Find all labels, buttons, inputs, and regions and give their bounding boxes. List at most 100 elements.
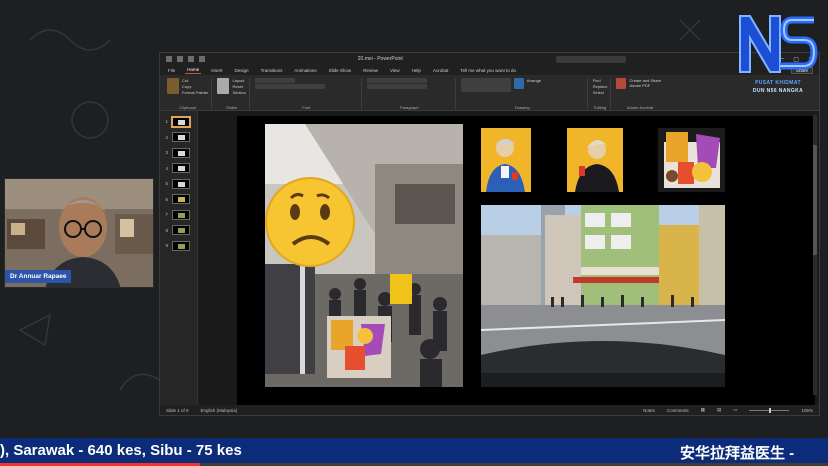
slide-number: 6 (165, 196, 168, 202)
reset-button[interactable]: Reset (232, 84, 245, 89)
slide-preview-content (178, 150, 185, 156)
slide-thumbnails-pane: 1 2 3 4 5 6 7 8 9 (160, 111, 198, 405)
ribbon-group-drawing: Arrange Drawing (458, 78, 588, 110)
ribbon-group-slides: Layout Reset Section Slides (214, 78, 250, 110)
language-indicator[interactable]: English (Malaysia) (201, 408, 238, 413)
clipboard-group-label: Clipboard (179, 105, 197, 110)
paste-icon[interactable] (167, 78, 179, 94)
ribbon-group-editing: Find Replace Select Editing (590, 78, 612, 110)
search-box[interactable] (555, 55, 626, 63)
paragraph-group-label: Paragraph (399, 105, 419, 110)
font-name-box[interactable] (254, 78, 295, 83)
sorter-view-icon[interactable]: ▤ (717, 407, 721, 413)
redo-icon[interactable] (188, 56, 194, 62)
align-row[interactable] (366, 84, 427, 89)
slide-preview-content (178, 212, 185, 218)
slide-number: 4 (165, 165, 168, 171)
comments-button[interactable]: Comments (667, 408, 689, 413)
slide-thumbnail[interactable]: 1 (160, 114, 197, 130)
select-button[interactable]: Select (593, 90, 608, 95)
adobe-pdf-icon[interactable] (616, 78, 627, 89)
slides-list: Layout Reset Section (232, 78, 245, 95)
slide-thumbnail[interactable]: 8 (160, 223, 197, 239)
arrange-icon[interactable] (513, 78, 524, 89)
editing-list: Find Replace Select (593, 78, 608, 95)
slide-preview[interactable] (171, 115, 191, 128)
tell-me-search[interactable]: Tell me what you want to do (458, 67, 518, 74)
new-slide-icon[interactable] (217, 78, 230, 94)
title-bar: 20.mei - PowerPoint — ▢ ✕ (160, 53, 819, 65)
undo-icon[interactable] (177, 56, 183, 62)
logo-line2: DUN N56 NANGKA (752, 88, 804, 94)
font-style-row[interactable] (254, 84, 325, 89)
bullets-row[interactable] (366, 78, 427, 83)
format-painter-button[interactable]: Format Painter (182, 90, 208, 95)
ribbon-tabs: File Home Insert Design Transitions Anim… (160, 65, 819, 75)
paragraph-controls (366, 78, 427, 89)
slides-group-label: Slides (226, 105, 238, 110)
slide-preview[interactable] (172, 209, 190, 220)
present-icon[interactable] (199, 56, 205, 62)
slide-preview[interactable] (172, 163, 190, 174)
tab-insert[interactable]: Insert (209, 67, 224, 74)
slide-preview-content (178, 243, 185, 249)
slide-preview[interactable] (172, 225, 190, 236)
slide-number: 9 (165, 243, 168, 249)
tab-acrobat[interactable]: Acrobat (431, 67, 451, 74)
tab-home[interactable]: Home (185, 66, 202, 74)
save-icon[interactable] (166, 56, 172, 62)
replace-button[interactable]: Replace (593, 84, 608, 89)
confused-face-icon (265, 177, 355, 267)
slide-thumbnail[interactable]: 7 (160, 207, 197, 223)
slide-number: 8 (165, 227, 168, 233)
arrange-button[interactable]: Arrange (527, 78, 541, 83)
create-pdf-button[interactable]: Create and Share Adobe PDF (629, 78, 663, 88)
tab-file[interactable]: File (166, 67, 177, 74)
slide-number: 2 (165, 134, 168, 140)
reading-view-icon[interactable]: ▭ (733, 407, 737, 413)
poster-photo-left (481, 128, 531, 192)
notes-button[interactable]: Notes (643, 408, 655, 413)
copy-button[interactable]: Copy (182, 84, 208, 89)
scroll-thumb[interactable] (813, 145, 817, 255)
webcam-feed: Dr Annuar Rapaee (4, 178, 154, 288)
tab-animations[interactable]: Animations (292, 67, 318, 74)
tab-design[interactable]: Design (233, 67, 251, 74)
slide-preview[interactable] (172, 178, 190, 189)
slide-count: Slide 1 of 9 (166, 407, 189, 413)
font-group-label: Font (302, 105, 311, 110)
slide-number: 5 (165, 181, 168, 187)
street-photo (265, 124, 463, 387)
slide-preview[interactable] (172, 132, 190, 143)
adobe-group-label: Adobe Acrobat (626, 105, 654, 110)
slide-thumbnail[interactable]: 6 (160, 192, 197, 208)
tab-review[interactable]: Review (361, 67, 380, 74)
slide-thumbnail[interactable]: 2 (160, 130, 197, 146)
layout-button[interactable]: Layout (232, 78, 245, 83)
ribbon-group-paragraph: Paragraph (364, 78, 456, 110)
zoom-level[interactable]: 105% (801, 408, 813, 413)
slide-number: 7 (165, 212, 168, 218)
slide-number: 3 (165, 150, 168, 156)
zoom-slider[interactable] (749, 407, 790, 413)
slide-preview[interactable] (172, 194, 190, 205)
shapes-gallery[interactable] (460, 78, 511, 92)
tab-slide-show[interactable]: Slide Show (327, 67, 354, 74)
slide-thumbnail[interactable]: 4 (160, 161, 197, 177)
tab-view[interactable]: View (388, 67, 402, 74)
normal-view-icon[interactable]: ▦ (701, 407, 705, 413)
find-button[interactable]: Find (593, 78, 608, 83)
slide-thumbnail[interactable]: 3 (160, 145, 197, 161)
vertical-scrollbar[interactable] (813, 115, 817, 395)
tab-transitions[interactable]: Transitions (259, 67, 285, 74)
zoom-thumb[interactable] (769, 407, 772, 413)
ticker-text-left: ), Sarawak - 640 kes, Sibu - 75 kes (0, 442, 242, 459)
section-button[interactable]: Section (232, 90, 245, 95)
slide-preview[interactable] (172, 240, 190, 251)
slide-thumbnail[interactable]: 9 (160, 238, 197, 254)
slide-thumbnail[interactable]: 5 (160, 176, 197, 192)
tab-help[interactable]: Help (410, 67, 423, 74)
slide-preview[interactable] (172, 147, 190, 158)
cut-button[interactable]: Cut (182, 78, 208, 83)
ribbon: Cut Copy Format Painter Clipboard Layout… (160, 75, 819, 111)
